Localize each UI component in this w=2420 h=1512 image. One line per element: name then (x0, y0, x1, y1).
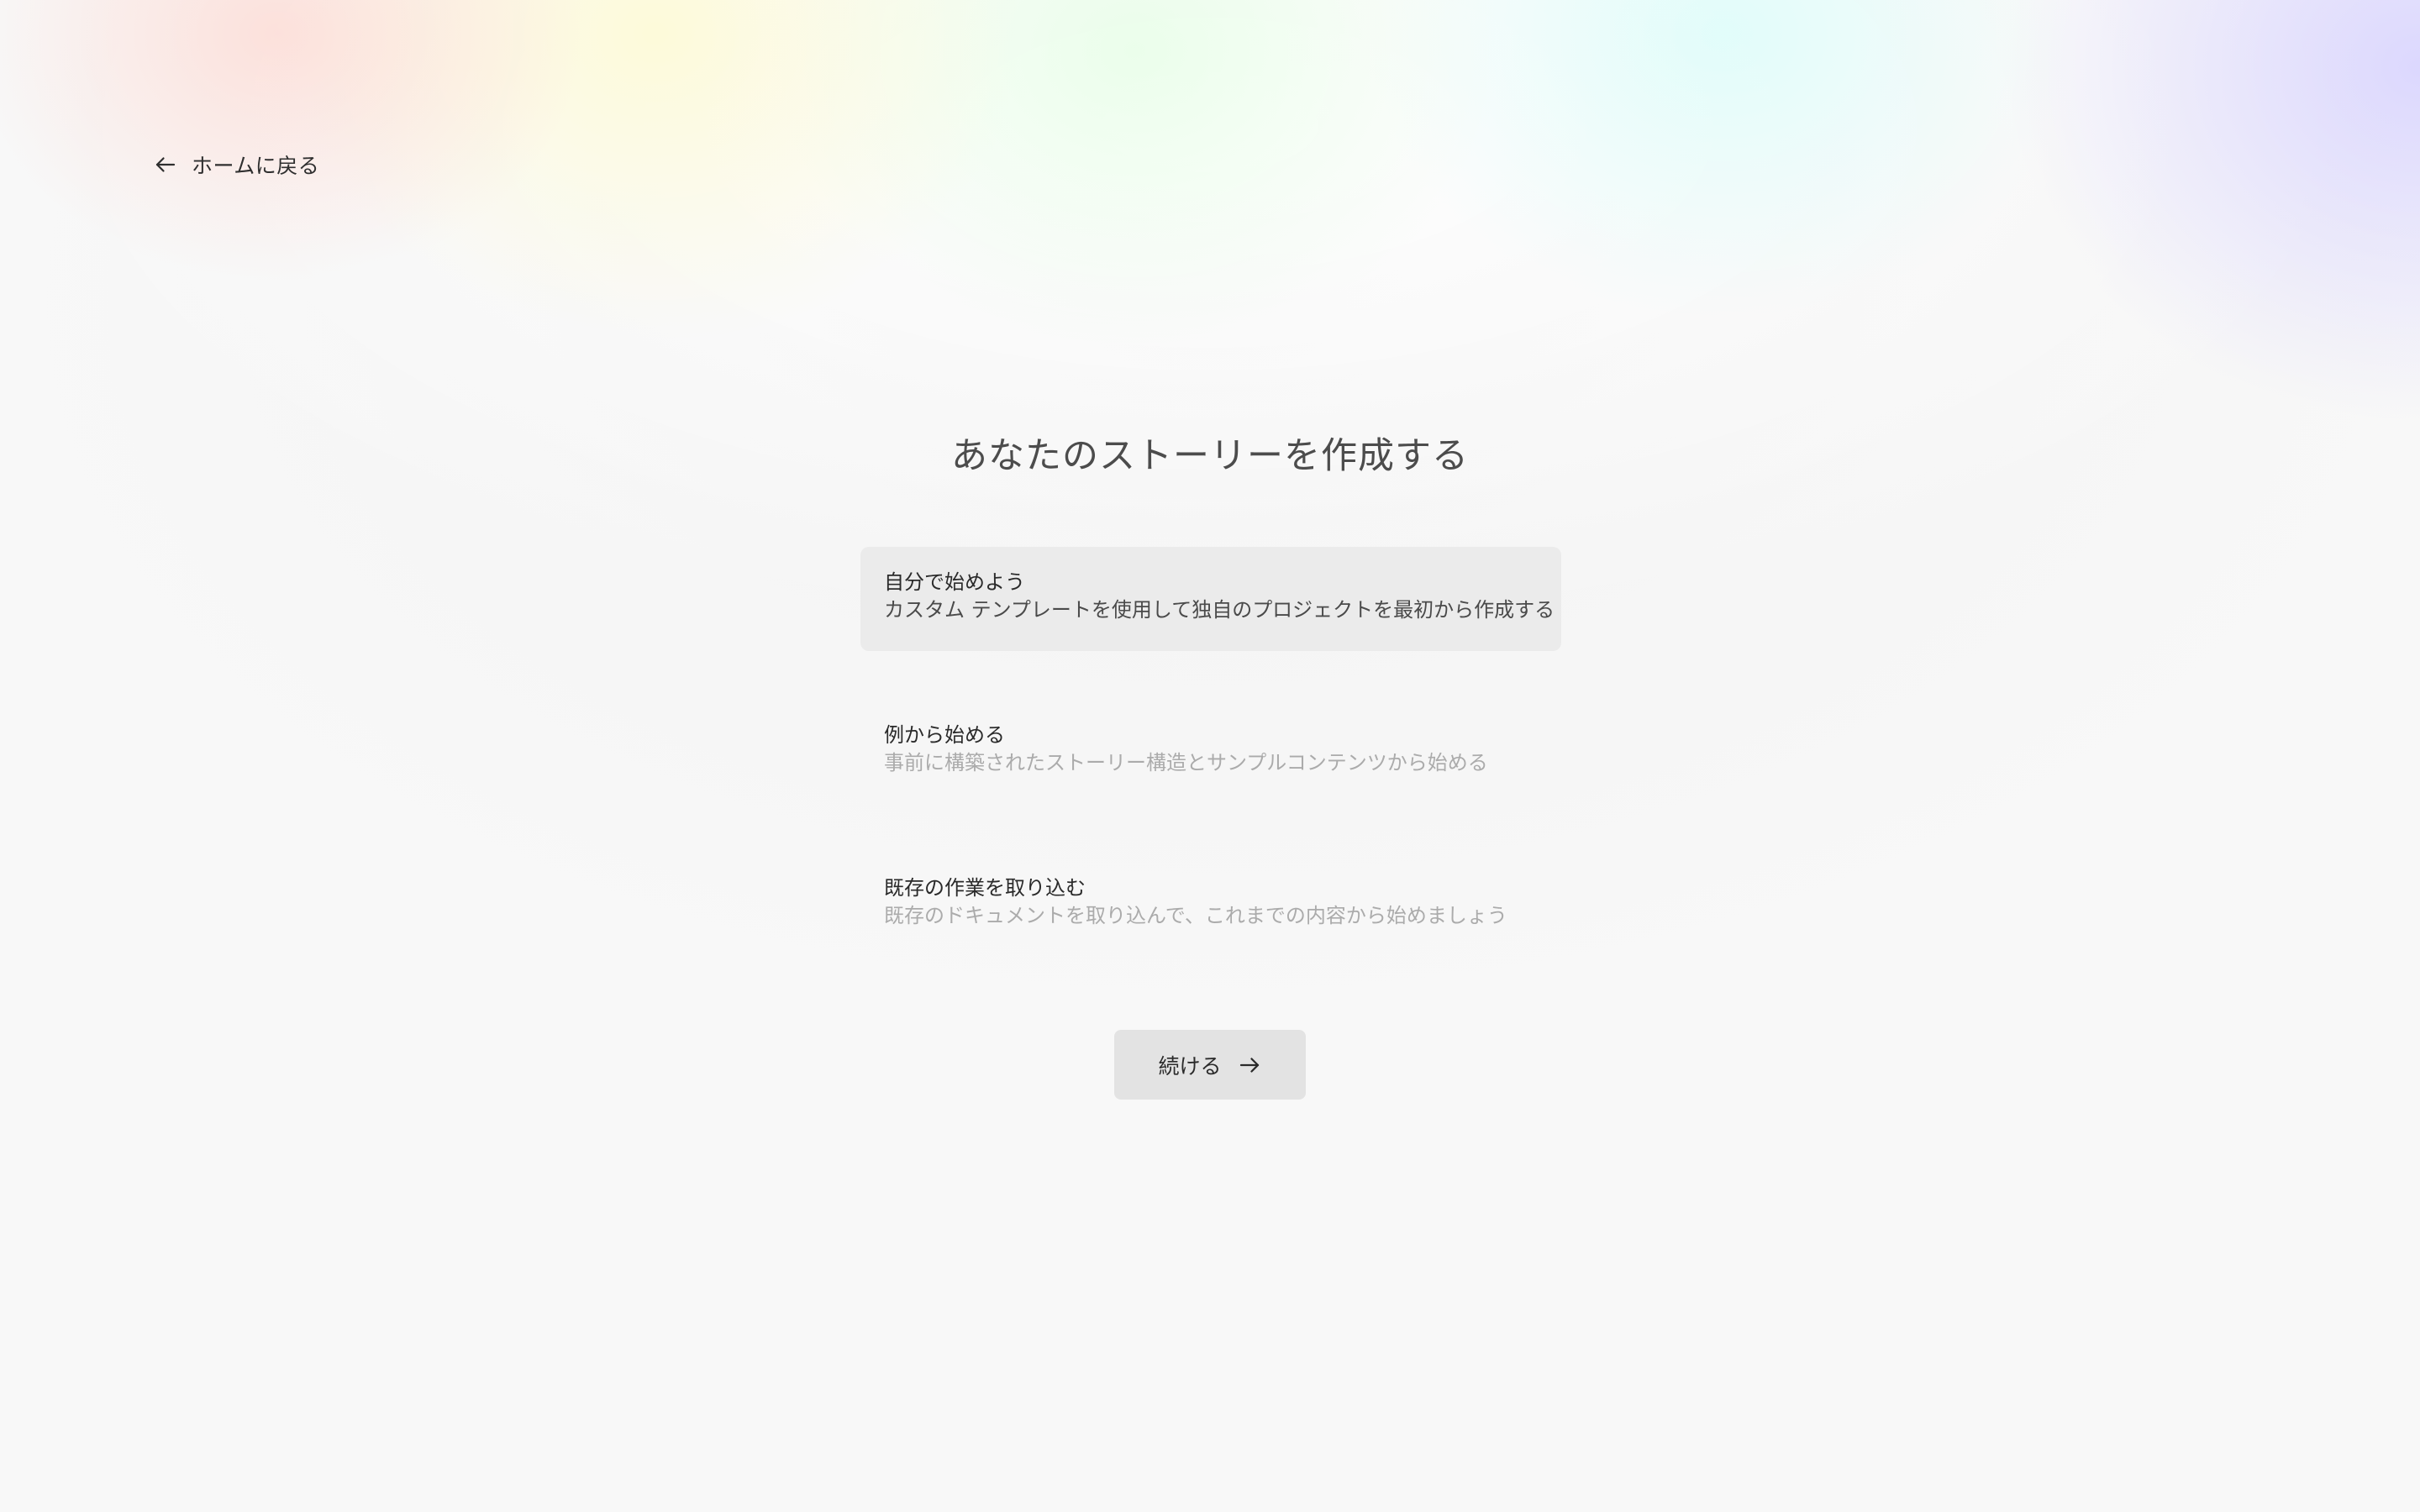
option-start-from-scratch[interactable]: 自分で始めよう カスタム テンプレートを使用して独自のプロジェクトを最初から作成… (860, 547, 1561, 651)
arrow-left-icon (153, 152, 178, 177)
back-link-label: ホームに戻る (192, 154, 320, 178)
option-title: 例から始める (884, 723, 1005, 747)
continue-button[interactable]: 続ける (1114, 1030, 1306, 1100)
option-title: 既存の作業を取り込む (884, 876, 1086, 900)
option-description: 事前に構築されたストーリー構造とサンプルコンテンツから始める (884, 751, 1488, 774)
option-import-existing-work[interactable]: 既存の作業を取り込む 既存のドキュメントを取り込んで、これまでの内容から始めまし… (860, 853, 1561, 957)
option-start-from-example[interactable]: 例から始める 事前に構築されたストーリー構造とサンプルコンテンツから始める (860, 700, 1561, 804)
option-description: カスタム テンプレートを使用して独自のプロジェクトを最初から作成する (884, 598, 1555, 622)
continue-button-label: 続ける (1158, 1053, 1222, 1079)
back-to-home-link[interactable]: ホームに戻る (153, 150, 319, 180)
option-title: 自分で始めよう (884, 570, 1025, 594)
page-title: あなたのストーリーを作成する (951, 435, 1469, 477)
arrow-right-icon (1237, 1053, 1262, 1078)
option-description: 既存のドキュメントを取り込んで、これまでの内容から始めましょう (884, 904, 1507, 927)
